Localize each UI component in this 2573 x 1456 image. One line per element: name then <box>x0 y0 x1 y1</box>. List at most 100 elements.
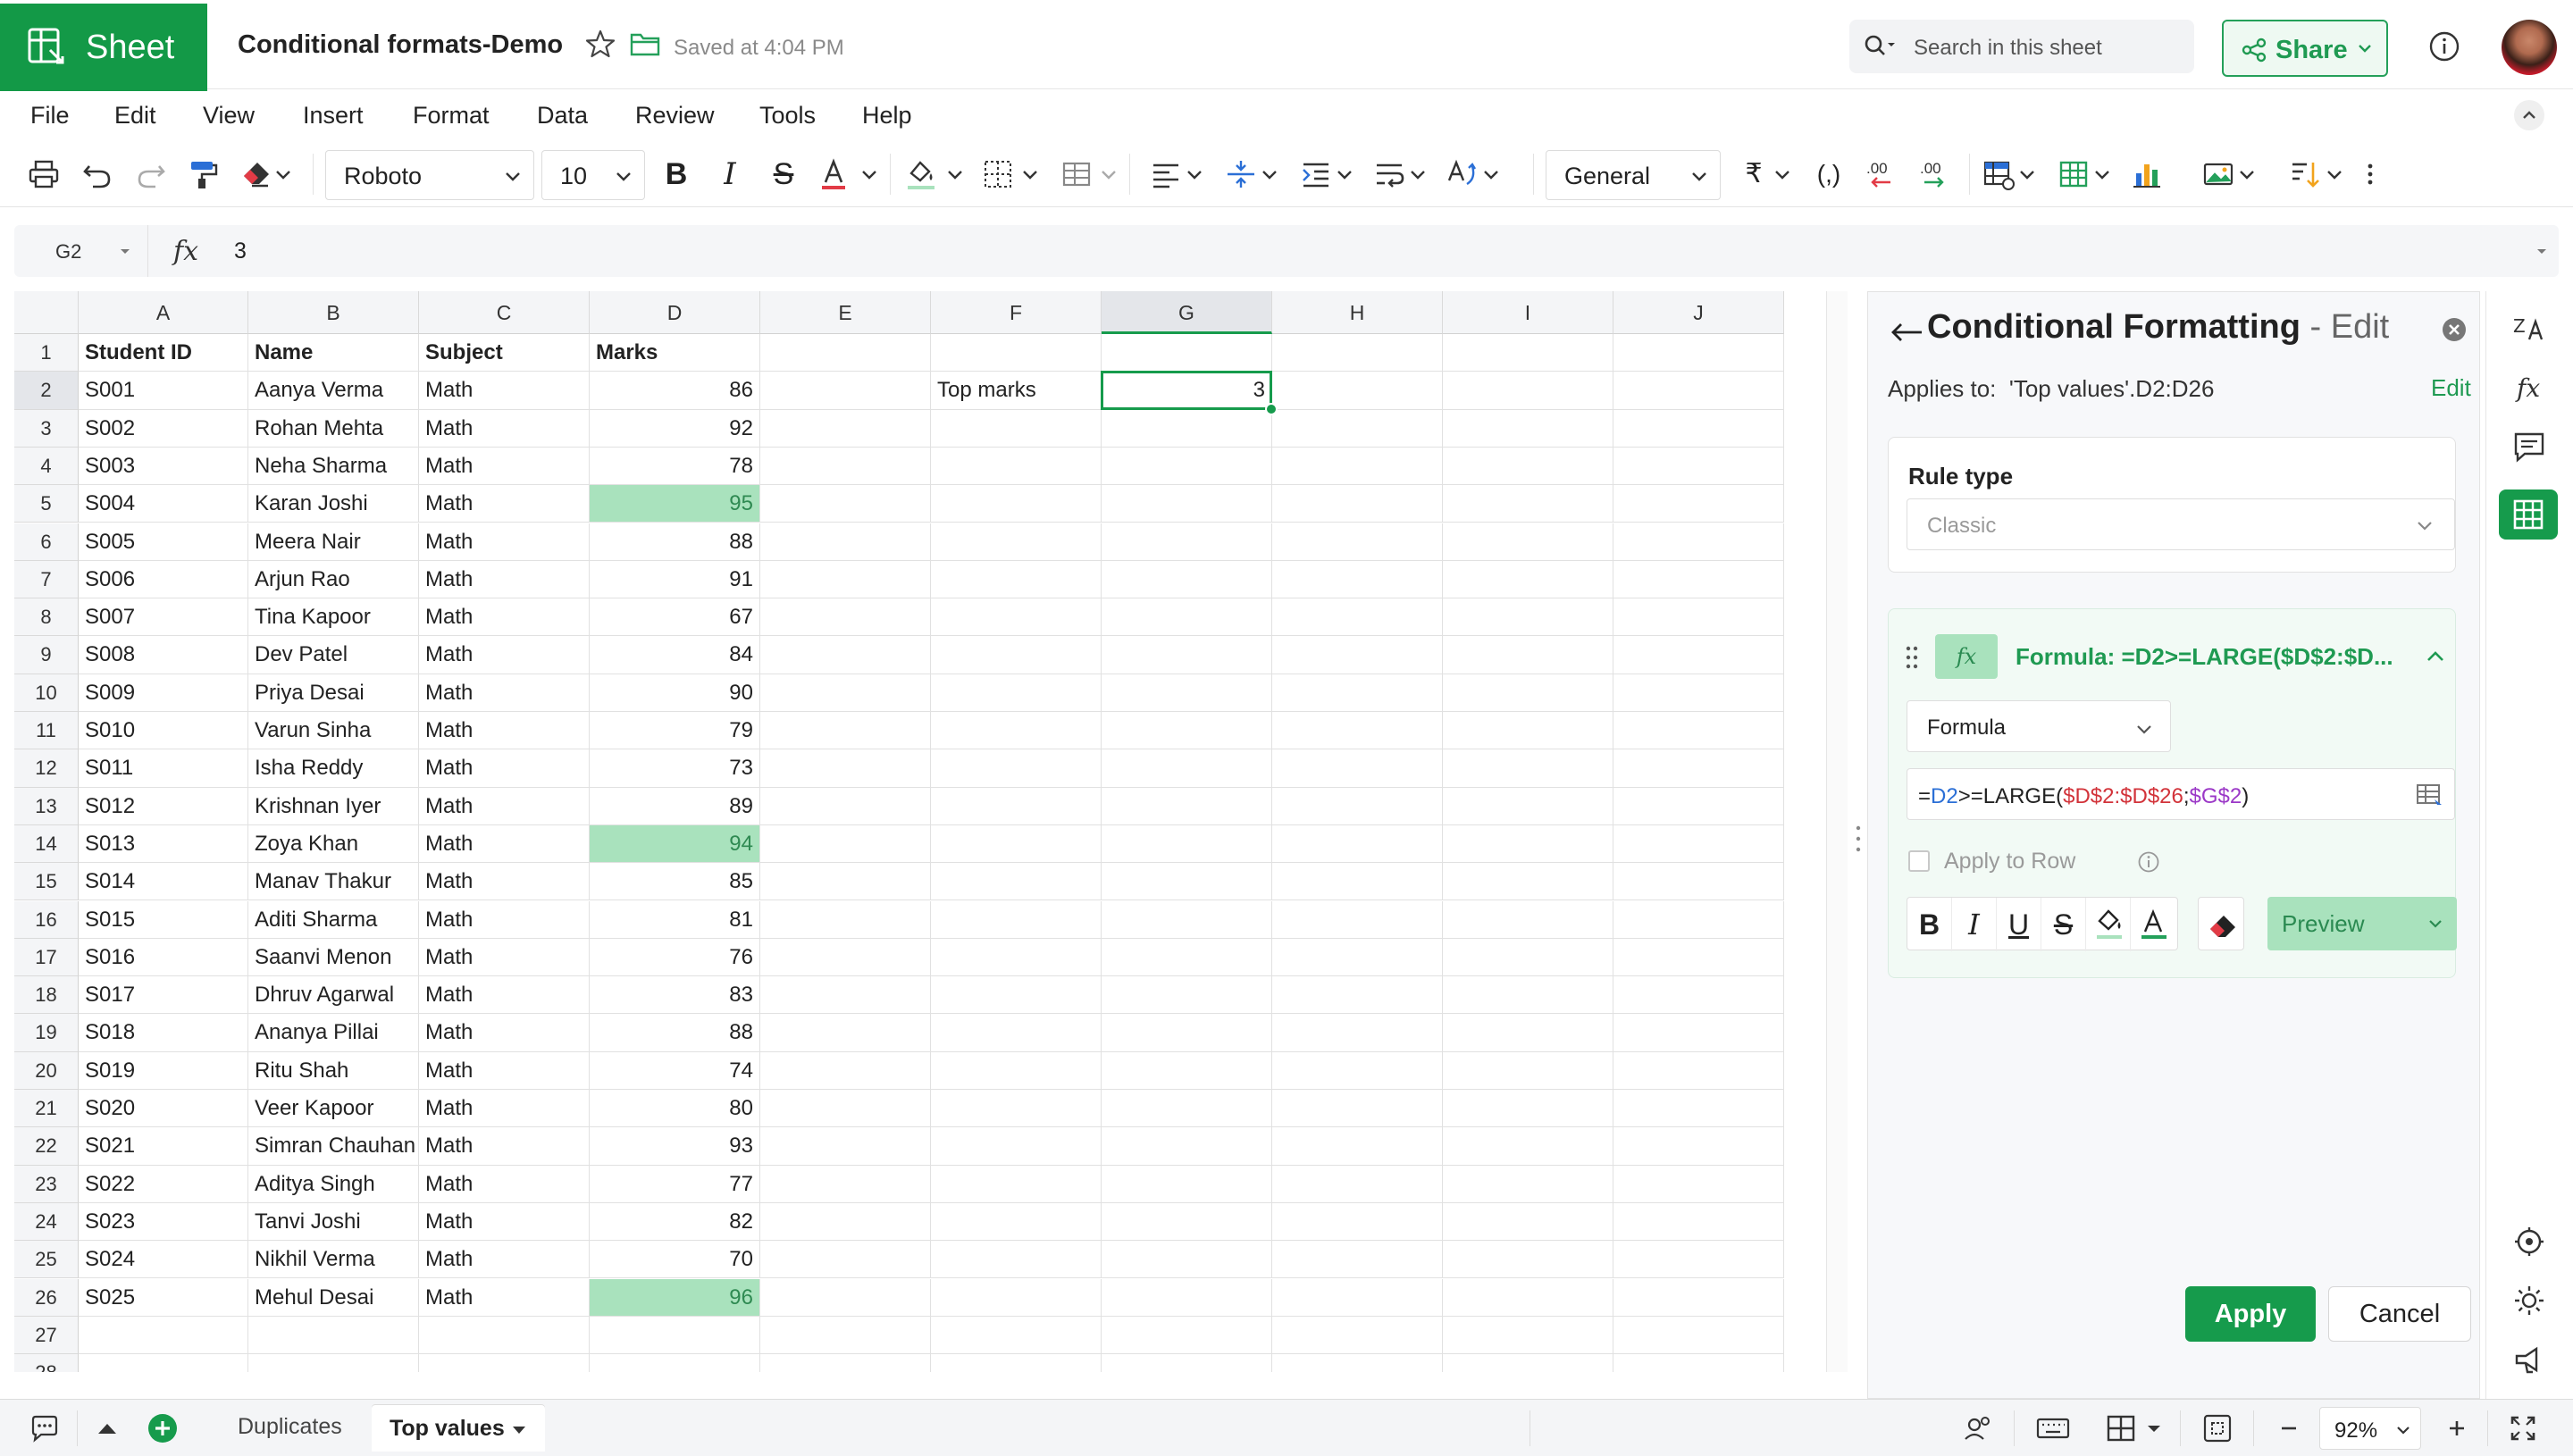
column-header-c[interactable]: C <box>419 291 590 334</box>
data-cell[interactable]: Math <box>419 1278 590 1317</box>
data-cell[interactable]: Math <box>419 598 590 637</box>
data-cell[interactable]: S001 <box>79 372 248 410</box>
chevron-down-icon[interactable] <box>2017 157 2037 191</box>
row-header[interactable]: 15 <box>14 863 79 901</box>
grid-cell[interactable] <box>760 636 931 674</box>
grid-cell[interactable] <box>1443 712 1613 750</box>
row-header[interactable]: 22 <box>14 1127 79 1166</box>
borders-icon[interactable] <box>981 157 1015 191</box>
chevron-down-icon[interactable] <box>1099 157 1119 191</box>
grid-cell[interactable] <box>760 749 931 788</box>
data-cell[interactable]: Math <box>419 485 590 523</box>
grid-cell[interactable] <box>1443 1278 1613 1317</box>
vertical-scrollbar[interactable] <box>1826 291 1848 1372</box>
grid-cell[interactable] <box>1102 674 1272 712</box>
grid-cell[interactable] <box>760 1278 931 1317</box>
grid-cell[interactable] <box>760 863 931 901</box>
font-family-select[interactable]: Roboto <box>325 150 534 200</box>
data-cell[interactable]: S010 <box>79 712 248 750</box>
data-cell[interactable]: S015 <box>79 900 248 939</box>
grid-cell[interactable] <box>248 1316 419 1355</box>
grid-cell[interactable] <box>760 560 931 599</box>
info-icon[interactable] <box>2428 30 2460 63</box>
more-options-icon[interactable] <box>2360 157 2380 191</box>
chart-icon[interactable] <box>2130 157 2164 191</box>
grid-cell[interactable] <box>760 824 931 864</box>
grid-cell[interactable] <box>1272 598 1443 637</box>
strikethrough-icon[interactable]: S <box>2041 898 2086 951</box>
grid-cell[interactable] <box>1613 1051 1784 1090</box>
data-cell[interactable]: Math <box>419 1165 590 1203</box>
data-cell[interactable]: Aditi Sharma <box>248 900 419 939</box>
sheet-tab-top-values[interactable]: Top values <box>372 1405 545 1452</box>
grid-cell[interactable] <box>931 1202 1102 1242</box>
grid-cell[interactable] <box>760 938 931 977</box>
grid-cell[interactable] <box>1272 1202 1443 1242</box>
grid-cell[interactable] <box>1613 674 1784 712</box>
column-header-f[interactable]: F <box>931 291 1102 334</box>
grid-cell[interactable] <box>1272 900 1443 939</box>
grid-cell[interactable] <box>1102 1354 1272 1372</box>
row-header[interactable]: 7 <box>14 560 79 599</box>
row-header[interactable]: 20 <box>14 1051 79 1090</box>
grid-cell[interactable] <box>1272 1241 1443 1279</box>
data-cell[interactable]: Math <box>419 674 590 712</box>
data-cell[interactable]: Math <box>419 409 590 448</box>
zoom-in-icon[interactable] <box>2441 1412 2473 1444</box>
row-header[interactable]: 4 <box>14 447 79 486</box>
column-header-e[interactable]: E <box>760 291 931 334</box>
data-cell[interactable]: S025 <box>79 1278 248 1317</box>
apply-button[interactable]: Apply <box>2185 1286 2316 1342</box>
row-header[interactable]: 19 <box>14 1014 79 1052</box>
chevron-up-icon[interactable] <box>2425 649 2446 665</box>
grid-cell[interactable] <box>1613 334 1784 372</box>
grid-cell[interactable] <box>1272 787 1443 825</box>
grid-cell[interactable] <box>931 485 1102 523</box>
grid-cell[interactable] <box>1613 749 1784 788</box>
grid-cell[interactable] <box>1443 900 1613 939</box>
data-cell[interactable]: 93 <box>590 1127 760 1166</box>
data-cell[interactable]: Dev Patel <box>248 636 419 674</box>
text-rotation-icon[interactable] <box>1446 157 1479 191</box>
grid-cell[interactable] <box>760 712 931 750</box>
grid-cell[interactable] <box>931 976 1102 1015</box>
folder-icon[interactable] <box>630 30 660 57</box>
function-icon[interactable]: fx <box>173 236 198 267</box>
data-cell[interactable]: Tanvi Joshi <box>248 1202 419 1242</box>
sheet-tab-duplicates[interactable]: Duplicates <box>218 1409 362 1448</box>
sort-icon[interactable] <box>2289 157 2323 191</box>
grid-cell[interactable] <box>248 1354 419 1372</box>
row-header[interactable]: 18 <box>14 976 79 1015</box>
data-cell[interactable]: 91 <box>590 560 760 599</box>
data-cell[interactable]: S019 <box>79 1051 248 1090</box>
grid-cell[interactable] <box>1443 787 1613 825</box>
grid-cell[interactable] <box>79 1316 248 1355</box>
grid-cell[interactable] <box>1102 976 1272 1015</box>
grid-cell[interactable] <box>1102 485 1272 523</box>
underline-icon[interactable]: U <box>1997 898 2041 951</box>
share-button[interactable]: Share <box>2222 20 2388 77</box>
grid-cell[interactable] <box>760 1014 931 1052</box>
row-header[interactable]: 6 <box>14 523 79 561</box>
data-cell[interactable]: Math <box>419 938 590 977</box>
data-cell[interactable]: Nikhil Verma <box>248 1241 419 1279</box>
chevron-down-icon[interactable] <box>1185 157 1204 191</box>
fill-handle[interactable] <box>1265 402 1278 415</box>
chevron-down-icon[interactable] <box>1408 157 1428 191</box>
align-left-icon[interactable] <box>1149 157 1183 191</box>
zoom-out-icon[interactable] <box>2273 1412 2305 1444</box>
grid-cell[interactable] <box>1272 863 1443 901</box>
grid-cell[interactable] <box>1613 636 1784 674</box>
data-cell[interactable]: Rohan Mehta <box>248 409 419 448</box>
grid-cell[interactable] <box>931 598 1102 637</box>
grid-cell[interactable] <box>931 334 1102 372</box>
data-cell[interactable]: Math <box>419 1202 590 1242</box>
vertical-align-icon[interactable] <box>1224 157 1258 191</box>
formula-rule-input[interactable]: =D2>=LARGE($D$2:$D$26;$G$2) <box>1907 768 2455 820</box>
comma-style-icon[interactable]: (,) <box>1812 157 1846 191</box>
row-header[interactable]: 1 <box>14 334 79 372</box>
chevron-down-icon[interactable] <box>2092 157 2112 191</box>
column-title-cell[interactable]: Name <box>248 334 419 372</box>
row-header[interactable]: 17 <box>14 938 79 977</box>
data-cell[interactable]: S022 <box>79 1165 248 1203</box>
